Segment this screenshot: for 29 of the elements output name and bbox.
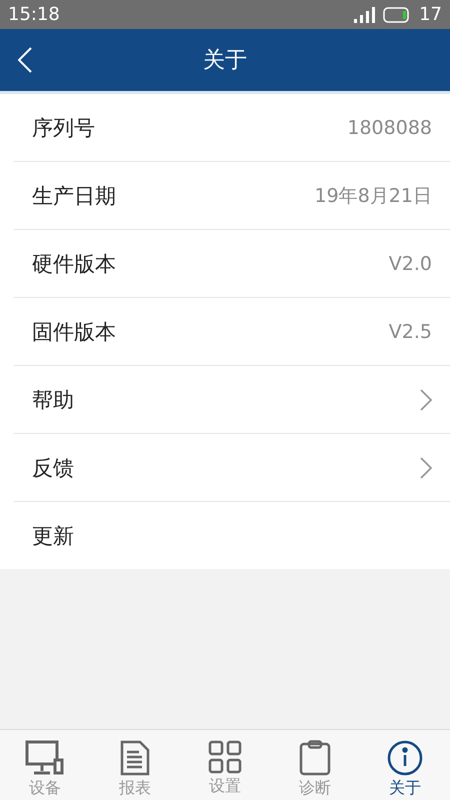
chevron-icon [420,456,432,478]
grid-icon [208,740,242,774]
nav-tab[interactable]: 设置 [180,730,270,800]
row-value: V2.5 [388,320,432,342]
chevron-icon [420,388,432,410]
battery-icon [383,6,412,22]
signal-icon [353,6,376,22]
clipboard-icon [299,740,331,776]
nav-tab[interactable]: 诊断 [270,730,360,800]
page-title: 关于 [203,48,247,73]
row-label: 反馈 [32,454,74,482]
nav-tab[interactable]: 关于 [360,730,450,800]
nav-tab[interactable]: 设备 [0,730,90,800]
row-label: 序列号 [32,114,95,142]
nav-tab[interactable]: 报表 [90,730,180,800]
battery-level: 17 [419,4,442,25]
info-icon [387,740,423,776]
row-value: 1808088 [347,116,432,138]
status-time: 15:18 [8,4,60,25]
row-value: V2.0 [388,252,432,274]
row-label: 硬件版本 [32,250,116,278]
row-value: 19年8月21日 [314,184,432,208]
row-label: 生产日期 [32,182,116,210]
row-label: 帮助 [32,386,74,414]
monitor-icon [25,740,65,776]
back-icon[interactable] [18,47,32,73]
row-label: 更新 [32,522,74,550]
document-icon [120,740,150,776]
row-label: 固件版本 [32,318,116,346]
